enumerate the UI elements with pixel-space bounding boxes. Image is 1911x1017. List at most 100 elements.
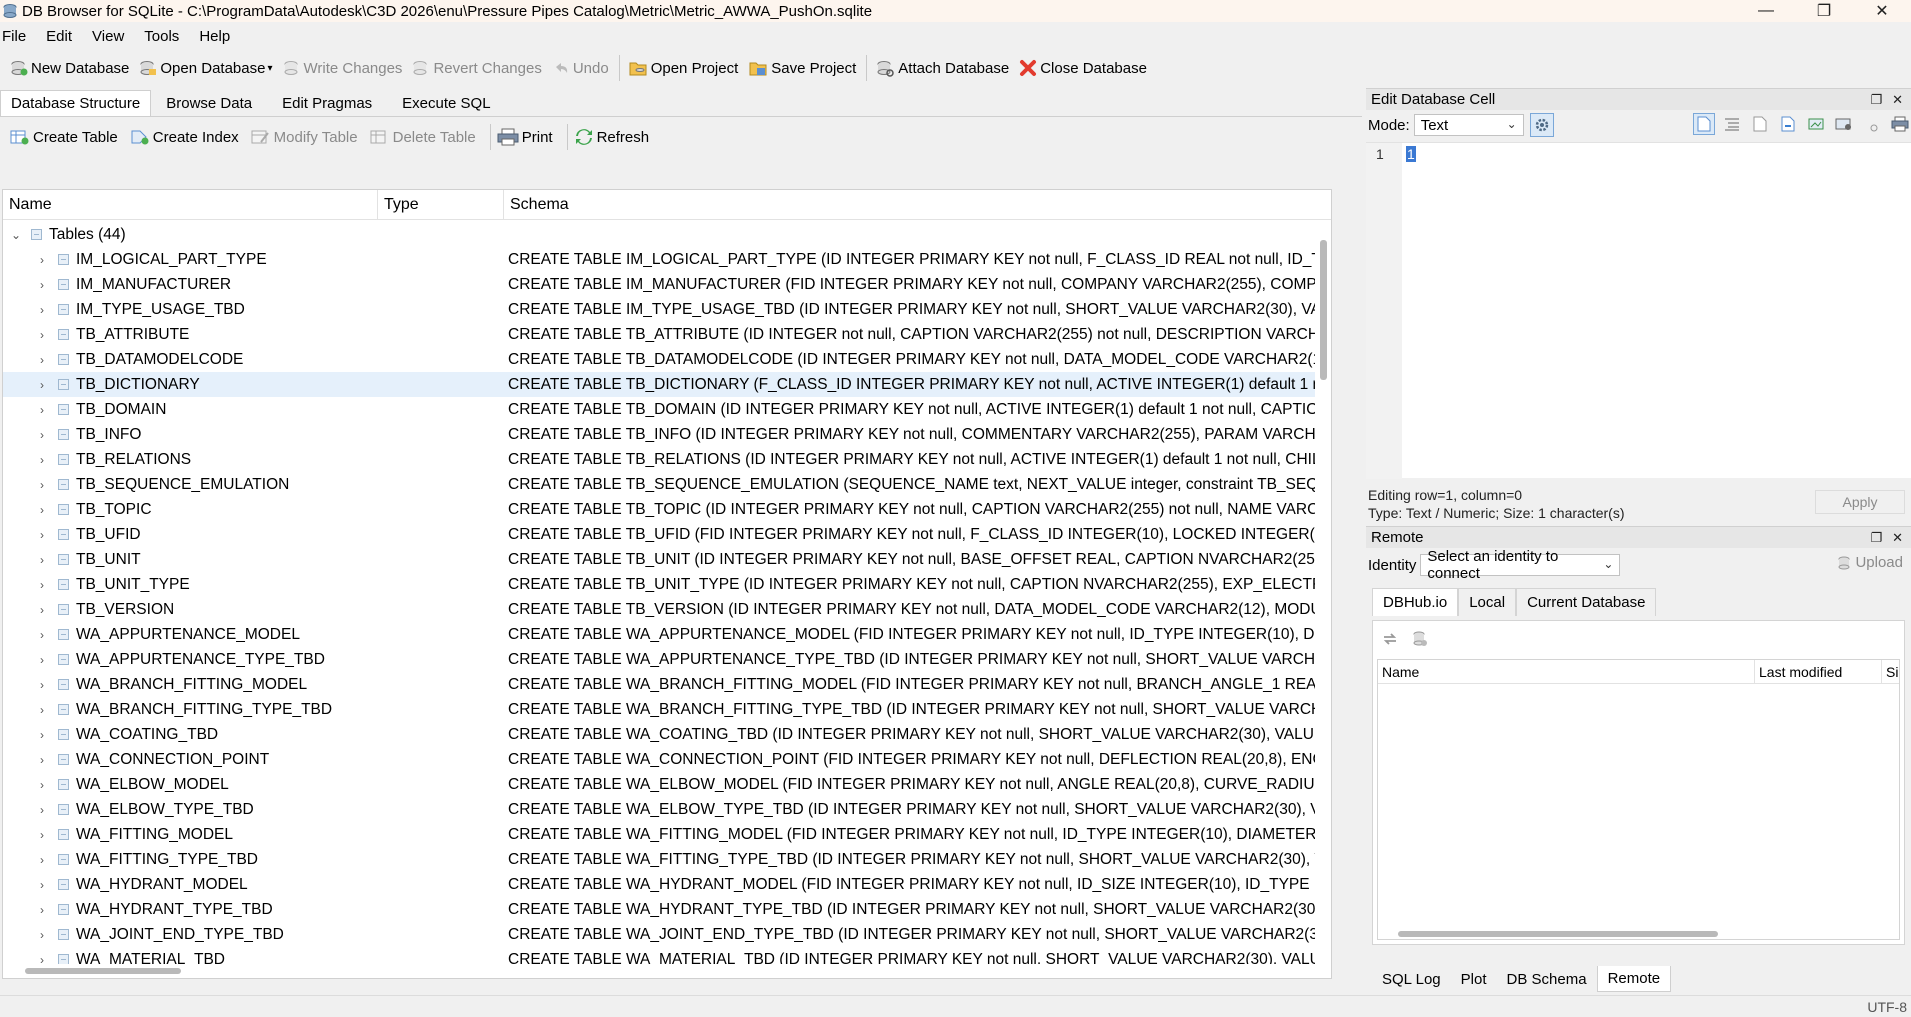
table-row[interactable]: › TB_INFO CREATE TABLE TB_INFO (ID INTEGER… [3,422,1315,447]
chevron-right-icon[interactable]: › [35,528,49,542]
chevron-right-icon[interactable]: › [35,778,49,792]
chevron-right-icon[interactable]: › [35,553,49,567]
schema-tree[interactable]: Name Type Schema ⌄ Tables (44) › IM_LOGIC… [2,189,1332,979]
table-row[interactable]: › TB_TOPIC CREATE TABLE TB_TOPIC (ID INTEG… [3,497,1315,522]
cell-editor[interactable]: 1 1 [1366,142,1911,479]
chevron-right-icon[interactable]: › [35,403,49,417]
tab-sql-log[interactable]: SQL Log [1372,966,1451,992]
chevron-right-icon[interactable]: › [35,928,49,942]
column-header-schema[interactable]: Schema [504,190,1331,220]
table-row[interactable]: › TB_DOMAIN CREATE TABLE TB_DOMAIN (ID INT… [3,397,1315,422]
chevron-right-icon[interactable]: › [35,253,49,267]
print-button[interactable]: Print [495,122,563,152]
set-null-button[interactable] [1805,113,1827,135]
menu-help[interactable]: Help [189,28,240,45]
menu-view[interactable]: View [82,28,134,45]
chevron-right-icon[interactable]: › [35,828,49,842]
indent-button[interactable] [1721,113,1743,135]
chevron-right-icon[interactable]: › [35,378,49,392]
chevron-right-icon[interactable]: › [35,578,49,592]
chevron-right-icon[interactable]: › [35,628,49,642]
tables-root-row[interactable]: ⌄ Tables (44) [3,222,1315,247]
table-row[interactable]: › TB_RELATIONS CREATE TABLE TB_RELATIONS (… [3,447,1315,472]
tab-plot[interactable]: Plot [1451,966,1497,992]
print-cell-button[interactable] [1889,113,1911,135]
menu-edit[interactable]: Edit [36,28,82,45]
chevron-right-icon[interactable]: › [35,478,49,492]
table-row[interactable]: › TB_UNIT_TYPE CREATE TABLE TB_UNIT_TYPE (… [3,572,1315,597]
vertical-scrollbar[interactable] [1315,222,1331,964]
table-row[interactable]: › TB_DATAMODELCODE CREATE TABLE TB_DATAMOD… [3,347,1315,372]
table-row[interactable]: › TB_VERSION CREATE TABLE TB_VERSION (ID I… [3,597,1315,622]
float-dock-icon[interactable]: ❐ [1870,92,1882,108]
table-row[interactable]: › WA_JOINT_END_TYPE_TBD CREATE TABLE WA_JO… [3,922,1315,947]
column-header-last-modified[interactable]: Last modified [1755,660,1882,683]
chevron-right-icon[interactable]: › [35,603,49,617]
table-row[interactable]: › IM_LOGICAL_PART_TYPE CREATE TABLE IM_LOG… [3,247,1315,272]
table-row[interactable]: › WA_APPURTENANCE_MODEL CREATE TABLE WA_AP… [3,622,1315,647]
chevron-right-icon[interactable]: › [35,503,49,517]
table-row[interactable]: › WA_FITTING_TYPE_TBD CREATE TABLE WA_FITT… [3,847,1315,872]
null-button[interactable] [1861,113,1883,135]
write-changes-button[interactable]: Write Changes [279,53,409,83]
chevron-right-icon[interactable]: › [35,428,49,442]
horizontal-scrollbar[interactable] [3,964,1331,978]
apply-button[interactable]: Apply [1815,490,1905,514]
create-table-button[interactable]: Create Table [8,122,128,152]
table-row[interactable]: › TB_UNIT CREATE TABLE TB_UNIT (ID INTEGER… [3,547,1315,572]
float-dock-icon[interactable]: ❐ [1870,530,1882,546]
minimize-button[interactable]: — [1737,0,1795,22]
create-index-button[interactable]: Create Index [128,122,249,152]
table-row[interactable]: › WA_BRANCH_FITTING_TYPE_TBD CREATE TABLE … [3,697,1315,722]
chevron-right-icon[interactable]: › [35,328,49,342]
maximize-button[interactable]: ❐ [1795,0,1853,22]
close-database-button[interactable]: Close Database [1015,53,1153,83]
auto-switch-mode-button[interactable] [1529,113,1554,137]
table-row[interactable]: › WA_FITTING_MODEL CREATE TABLE WA_FITTING… [3,822,1315,847]
save-project-button[interactable]: Save Project [744,53,862,83]
menu-tools[interactable]: Tools [134,28,189,45]
revert-changes-button[interactable]: Revert Changes [408,53,547,83]
upload-button[interactable]: Upload [1836,554,1903,571]
table-row[interactable]: › WA_APPURTENANCE_TYPE_TBD CREATE TABLE WA… [3,647,1315,672]
cell-value[interactable]: 1 [1406,146,1416,162]
tab-remote[interactable]: Remote [1596,966,1672,992]
tab-edit-pragmas[interactable]: Edit Pragmas [267,90,387,116]
cell-editor-text[interactable]: 1 [1406,146,1416,162]
table-row[interactable]: › WA_ELBOW_TYPE_TBD CREATE TABLE WA_ELBOW_… [3,797,1315,822]
chevron-right-icon[interactable]: › [35,278,49,292]
tab-current-database[interactable]: Current Database [1516,588,1657,616]
table-row[interactable]: › WA_ELBOW_MODEL CREATE TABLE WA_ELBOW_MOD… [3,772,1315,797]
close-dock-icon[interactable]: ✕ [1892,92,1903,108]
import-button[interactable] [1749,113,1771,135]
chevron-right-icon[interactable]: › [35,728,49,742]
open-database-button[interactable]: Open Database ▾ [135,53,278,83]
delete-table-button[interactable]: Delete Table [368,122,486,152]
word-wrap-button[interactable] [1693,113,1715,135]
column-header-type[interactable]: Type [378,190,504,220]
table-row[interactable]: › TB_UFID CREATE TABLE TB_UFID (FID INTEGE… [3,522,1315,547]
chevron-right-icon[interactable]: › [35,453,49,467]
table-row[interactable]: › IM_MANUFACTURER CREATE TABLE IM_MANUFACT… [3,272,1315,297]
menu-file[interactable]: File [0,28,36,45]
new-database-button[interactable]: New Database [6,53,135,83]
column-header-name[interactable]: Name [3,190,378,220]
table-row[interactable]: › WA_CONNECTION_POINT CREATE TABLE WA_CONN… [3,747,1315,772]
tab-browse-data[interactable]: Browse Data [151,90,267,116]
tab-db-schema[interactable]: DB Schema [1497,966,1597,992]
column-header-remote-name[interactable]: Name [1378,660,1755,683]
mode-select[interactable]: Text ⌄ [1413,114,1524,136]
open-external-button[interactable] [1833,113,1855,135]
chevron-right-icon[interactable]: › [35,353,49,367]
column-header-size[interactable]: Size [1882,660,1899,683]
table-row[interactable]: › TB_SEQUENCE_EMULATION CREATE TABLE TB_SE… [3,472,1315,497]
close-dock-icon[interactable]: ✕ [1892,530,1903,546]
chevron-right-icon[interactable]: › [35,903,49,917]
export-button[interactable] [1777,113,1799,135]
chevron-right-icon[interactable]: › [35,753,49,767]
chevron-right-icon[interactable]: › [35,653,49,667]
horizontal-scroll-thumb[interactable] [1398,931,1718,937]
chevron-right-icon[interactable]: › [35,878,49,892]
table-row[interactable]: › TB_ATTRIBUTE CREATE TABLE TB_ATTRIBUTE (… [3,322,1315,347]
chevron-right-icon[interactable]: › [35,853,49,867]
